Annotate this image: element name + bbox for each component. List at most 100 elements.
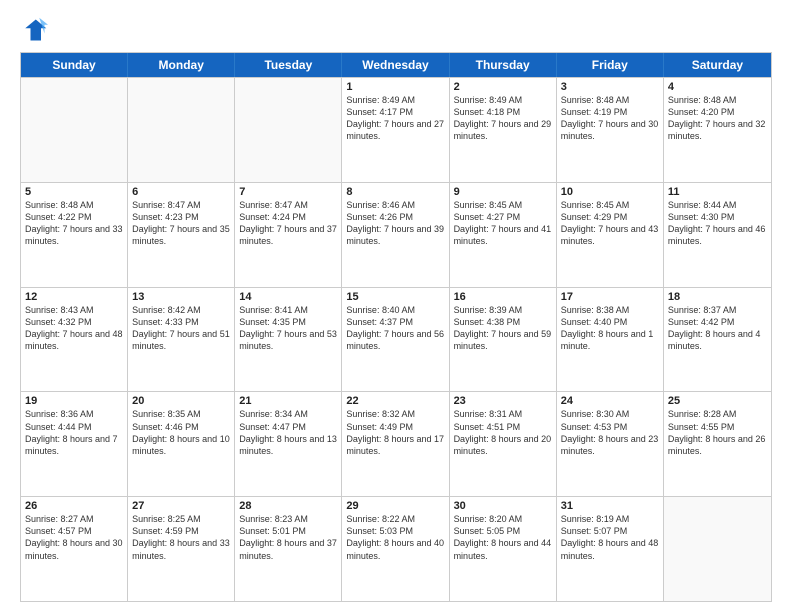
day-number: 19	[25, 395, 123, 407]
calendar-row-2: 12Sunrise: 8:43 AM Sunset: 4:32 PM Dayli…	[21, 287, 771, 392]
day-number: 10	[561, 186, 659, 198]
day-cell-19: 19Sunrise: 8:36 AM Sunset: 4:44 PM Dayli…	[21, 392, 128, 496]
day-number: 9	[454, 186, 552, 198]
header-day-wednesday: Wednesday	[342, 53, 449, 77]
day-number: 29	[346, 500, 444, 512]
cell-info: Sunrise: 8:32 AM Sunset: 4:49 PM Dayligh…	[346, 408, 444, 457]
day-cell-27: 27Sunrise: 8:25 AM Sunset: 4:59 PM Dayli…	[128, 497, 235, 601]
calendar-body: 1Sunrise: 8:49 AM Sunset: 4:17 PM Daylig…	[21, 77, 771, 601]
cell-info: Sunrise: 8:44 AM Sunset: 4:30 PM Dayligh…	[668, 199, 767, 248]
cell-info: Sunrise: 8:43 AM Sunset: 4:32 PM Dayligh…	[25, 304, 123, 353]
day-number: 7	[239, 186, 337, 198]
day-number: 22	[346, 395, 444, 407]
day-cell-10: 10Sunrise: 8:45 AM Sunset: 4:29 PM Dayli…	[557, 183, 664, 287]
day-number: 4	[668, 81, 767, 93]
day-cell-5: 5Sunrise: 8:48 AM Sunset: 4:22 PM Daylig…	[21, 183, 128, 287]
header-day-saturday: Saturday	[664, 53, 771, 77]
day-number: 12	[25, 291, 123, 303]
day-cell-17: 17Sunrise: 8:38 AM Sunset: 4:40 PM Dayli…	[557, 288, 664, 392]
cell-info: Sunrise: 8:48 AM Sunset: 4:19 PM Dayligh…	[561, 94, 659, 143]
day-number: 31	[561, 500, 659, 512]
day-cell-16: 16Sunrise: 8:39 AM Sunset: 4:38 PM Dayli…	[450, 288, 557, 392]
day-number: 11	[668, 186, 767, 198]
cell-info: Sunrise: 8:47 AM Sunset: 4:23 PM Dayligh…	[132, 199, 230, 248]
day-cell-7: 7Sunrise: 8:47 AM Sunset: 4:24 PM Daylig…	[235, 183, 342, 287]
calendar-header: SundayMondayTuesdayWednesdayThursdayFrid…	[21, 53, 771, 77]
day-cell-empty-0-1	[128, 78, 235, 182]
header-day-tuesday: Tuesday	[235, 53, 342, 77]
cell-info: Sunrise: 8:39 AM Sunset: 4:38 PM Dayligh…	[454, 304, 552, 353]
day-number: 5	[25, 186, 123, 198]
cell-info: Sunrise: 8:22 AM Sunset: 5:03 PM Dayligh…	[346, 513, 444, 562]
day-cell-8: 8Sunrise: 8:46 AM Sunset: 4:26 PM Daylig…	[342, 183, 449, 287]
day-cell-empty-0-0	[21, 78, 128, 182]
cell-info: Sunrise: 8:28 AM Sunset: 4:55 PM Dayligh…	[668, 408, 767, 457]
day-cell-31: 31Sunrise: 8:19 AM Sunset: 5:07 PM Dayli…	[557, 497, 664, 601]
header-day-friday: Friday	[557, 53, 664, 77]
day-number: 30	[454, 500, 552, 512]
day-number: 18	[668, 291, 767, 303]
cell-info: Sunrise: 8:49 AM Sunset: 4:17 PM Dayligh…	[346, 94, 444, 143]
day-cell-11: 11Sunrise: 8:44 AM Sunset: 4:30 PM Dayli…	[664, 183, 771, 287]
cell-info: Sunrise: 8:45 AM Sunset: 4:27 PM Dayligh…	[454, 199, 552, 248]
logo	[20, 16, 52, 44]
day-cell-12: 12Sunrise: 8:43 AM Sunset: 4:32 PM Dayli…	[21, 288, 128, 392]
cell-info: Sunrise: 8:34 AM Sunset: 4:47 PM Dayligh…	[239, 408, 337, 457]
cell-info: Sunrise: 8:40 AM Sunset: 4:37 PM Dayligh…	[346, 304, 444, 353]
day-number: 8	[346, 186, 444, 198]
cell-info: Sunrise: 8:48 AM Sunset: 4:22 PM Dayligh…	[25, 199, 123, 248]
cell-info: Sunrise: 8:36 AM Sunset: 4:44 PM Dayligh…	[25, 408, 123, 457]
day-cell-9: 9Sunrise: 8:45 AM Sunset: 4:27 PM Daylig…	[450, 183, 557, 287]
day-number: 3	[561, 81, 659, 93]
calendar: SundayMondayTuesdayWednesdayThursdayFrid…	[20, 52, 772, 602]
header	[20, 16, 772, 44]
day-number: 24	[561, 395, 659, 407]
day-cell-18: 18Sunrise: 8:37 AM Sunset: 4:42 PM Dayli…	[664, 288, 771, 392]
day-cell-21: 21Sunrise: 8:34 AM Sunset: 4:47 PM Dayli…	[235, 392, 342, 496]
day-cell-empty-0-2	[235, 78, 342, 182]
day-cell-15: 15Sunrise: 8:40 AM Sunset: 4:37 PM Dayli…	[342, 288, 449, 392]
cell-info: Sunrise: 8:35 AM Sunset: 4:46 PM Dayligh…	[132, 408, 230, 457]
day-cell-30: 30Sunrise: 8:20 AM Sunset: 5:05 PM Dayli…	[450, 497, 557, 601]
header-day-thursday: Thursday	[450, 53, 557, 77]
cell-info: Sunrise: 8:31 AM Sunset: 4:51 PM Dayligh…	[454, 408, 552, 457]
day-cell-24: 24Sunrise: 8:30 AM Sunset: 4:53 PM Dayli…	[557, 392, 664, 496]
cell-info: Sunrise: 8:23 AM Sunset: 5:01 PM Dayligh…	[239, 513, 337, 562]
cell-info: Sunrise: 8:41 AM Sunset: 4:35 PM Dayligh…	[239, 304, 337, 353]
day-number: 13	[132, 291, 230, 303]
page: SundayMondayTuesdayWednesdayThursdayFrid…	[0, 0, 792, 612]
day-number: 17	[561, 291, 659, 303]
day-cell-13: 13Sunrise: 8:42 AM Sunset: 4:33 PM Dayli…	[128, 288, 235, 392]
cell-info: Sunrise: 8:30 AM Sunset: 4:53 PM Dayligh…	[561, 408, 659, 457]
cell-info: Sunrise: 8:42 AM Sunset: 4:33 PM Dayligh…	[132, 304, 230, 353]
cell-info: Sunrise: 8:37 AM Sunset: 4:42 PM Dayligh…	[668, 304, 767, 353]
day-cell-25: 25Sunrise: 8:28 AM Sunset: 4:55 PM Dayli…	[664, 392, 771, 496]
day-cell-empty-4-6	[664, 497, 771, 601]
day-cell-22: 22Sunrise: 8:32 AM Sunset: 4:49 PM Dayli…	[342, 392, 449, 496]
day-cell-4: 4Sunrise: 8:48 AM Sunset: 4:20 PM Daylig…	[664, 78, 771, 182]
cell-info: Sunrise: 8:47 AM Sunset: 4:24 PM Dayligh…	[239, 199, 337, 248]
day-number: 28	[239, 500, 337, 512]
day-number: 14	[239, 291, 337, 303]
cell-info: Sunrise: 8:25 AM Sunset: 4:59 PM Dayligh…	[132, 513, 230, 562]
day-number: 23	[454, 395, 552, 407]
logo-icon	[20, 16, 48, 44]
cell-info: Sunrise: 8:48 AM Sunset: 4:20 PM Dayligh…	[668, 94, 767, 143]
cell-info: Sunrise: 8:27 AM Sunset: 4:57 PM Dayligh…	[25, 513, 123, 562]
day-cell-3: 3Sunrise: 8:48 AM Sunset: 4:19 PM Daylig…	[557, 78, 664, 182]
day-number: 6	[132, 186, 230, 198]
day-number: 27	[132, 500, 230, 512]
day-cell-20: 20Sunrise: 8:35 AM Sunset: 4:46 PM Dayli…	[128, 392, 235, 496]
day-number: 16	[454, 291, 552, 303]
day-cell-29: 29Sunrise: 8:22 AM Sunset: 5:03 PM Dayli…	[342, 497, 449, 601]
calendar-row-0: 1Sunrise: 8:49 AM Sunset: 4:17 PM Daylig…	[21, 77, 771, 182]
day-number: 20	[132, 395, 230, 407]
day-cell-23: 23Sunrise: 8:31 AM Sunset: 4:51 PM Dayli…	[450, 392, 557, 496]
cell-info: Sunrise: 8:46 AM Sunset: 4:26 PM Dayligh…	[346, 199, 444, 248]
day-cell-6: 6Sunrise: 8:47 AM Sunset: 4:23 PM Daylig…	[128, 183, 235, 287]
day-cell-28: 28Sunrise: 8:23 AM Sunset: 5:01 PM Dayli…	[235, 497, 342, 601]
cell-info: Sunrise: 8:20 AM Sunset: 5:05 PM Dayligh…	[454, 513, 552, 562]
day-cell-14: 14Sunrise: 8:41 AM Sunset: 4:35 PM Dayli…	[235, 288, 342, 392]
cell-info: Sunrise: 8:19 AM Sunset: 5:07 PM Dayligh…	[561, 513, 659, 562]
day-number: 25	[668, 395, 767, 407]
